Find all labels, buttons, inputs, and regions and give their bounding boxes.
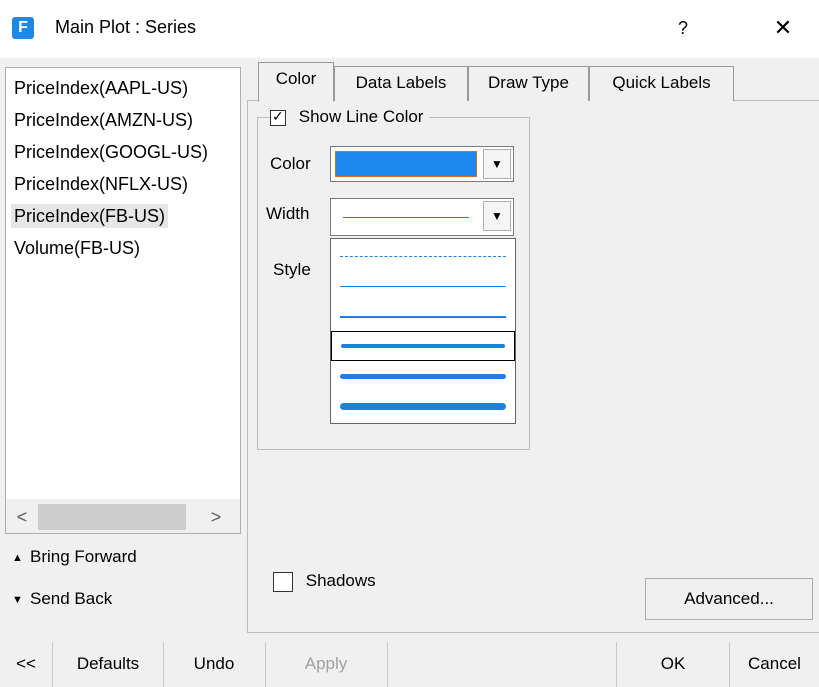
app-icon: F <box>12 17 34 39</box>
series-item-fb[interactable]: PriceIndex(FB-US) <box>11 204 169 228</box>
scroll-left-button[interactable]: < <box>8 504 36 530</box>
width-option-4[interactable] <box>331 361 515 391</box>
ok-button[interactable]: OK <box>617 642 729 687</box>
tab-color[interactable]: Color <box>258 62 334 102</box>
series-item-volume-fb[interactable]: Volume(FB-US) <box>11 236 143 260</box>
triangle-down-icon: ▼ <box>12 593 23 606</box>
series-list[interactable]: PriceIndex(AAPL-US) PriceIndex(AMZN-US) … <box>5 67 241 534</box>
advanced-button[interactable]: Advanced... <box>645 578 813 620</box>
show-line-color-label: Show Line Color <box>298 107 424 126</box>
show-line-color-checkbox[interactable]: ✓ Show Line Color <box>270 105 430 129</box>
tab-data-labels[interactable]: Data Labels <box>334 66 468 101</box>
collapse-button[interactable]: << <box>5 642 47 687</box>
color-dropdown[interactable]: ▼ <box>330 146 514 182</box>
bring-forward-button[interactable]: ▲ Bring Forward <box>12 547 137 567</box>
scroll-right-button[interactable]: > <box>202 504 230 530</box>
style-label: Style <box>273 260 311 279</box>
shadows-checkbox[interactable]: Shadows <box>273 571 376 592</box>
scroll-thumb[interactable] <box>38 504 186 530</box>
tab-draw-type[interactable]: Draw Type <box>468 66 589 101</box>
checkmark-icon: ✓ <box>272 107 284 124</box>
close-button[interactable]: ✕ <box>765 12 801 44</box>
width-option-2[interactable] <box>331 301 515 331</box>
defaults-button[interactable]: Defaults <box>54 642 162 687</box>
separator <box>52 642 53 687</box>
shadows-check[interactable] <box>273 571 293 592</box>
width-option-3[interactable] <box>331 331 515 361</box>
series-list-viewport: PriceIndex(AAPL-US) PriceIndex(AMZN-US) … <box>6 68 232 500</box>
width-options-list[interactable] <box>330 238 516 424</box>
window-title: Main Plot : Series <box>55 17 197 37</box>
width-option-hairline[interactable] <box>331 241 515 271</box>
width-option-1[interactable] <box>331 271 515 301</box>
show-line-color-check[interactable]: ✓ <box>270 107 286 126</box>
width-current-line <box>343 217 469 218</box>
series-item-aapl[interactable]: PriceIndex(AAPL-US) <box>11 76 191 100</box>
send-back-label: Send Back <box>30 589 113 608</box>
color-label: Color <box>270 154 311 173</box>
series-item-nflx[interactable]: PriceIndex(NFLX-US) <box>11 172 191 196</box>
width-dropdown[interactable]: ▼ <box>330 198 514 236</box>
close-icon: ✕ <box>773 15 793 40</box>
help-button[interactable]: ? <box>668 14 698 42</box>
series-item-amzn[interactable]: PriceIndex(AMZN-US) <box>11 108 196 132</box>
width-label: Width <box>266 204 310 223</box>
undo-button[interactable]: Undo <box>164 642 264 687</box>
series-item-googl[interactable]: PriceIndex(GOOGL-US) <box>11 140 211 164</box>
shadows-label: Shadows <box>305 571 376 590</box>
apply-button[interactable]: Apply <box>266 642 386 687</box>
horizontal-scrollbar[interactable]: < > <box>6 499 240 533</box>
chevron-down-icon[interactable]: ▼ <box>483 201 511 231</box>
tab-quick-labels[interactable]: Quick Labels <box>589 66 734 101</box>
triangle-up-icon: ▲ <box>12 551 23 564</box>
send-back-button[interactable]: ▼ Send Back <box>12 589 112 609</box>
color-swatch <box>335 151 477 177</box>
bring-forward-label: Bring Forward <box>30 547 137 566</box>
chevron-down-icon[interactable]: ▼ <box>483 149 511 179</box>
cancel-button[interactable]: Cancel <box>730 642 819 687</box>
width-option-5[interactable] <box>331 391 515 421</box>
title-bar: F Main Plot : Series ? ✕ <box>0 0 819 58</box>
separator <box>387 642 388 687</box>
